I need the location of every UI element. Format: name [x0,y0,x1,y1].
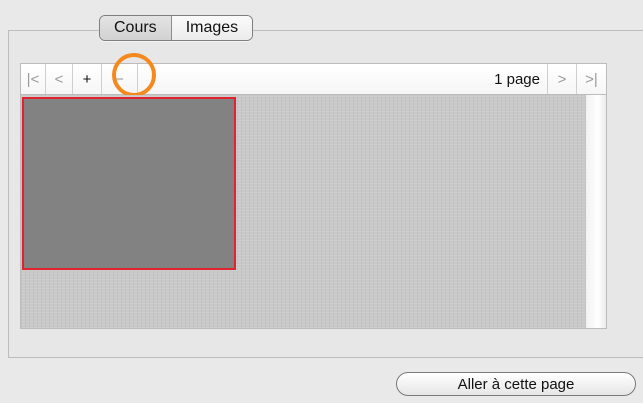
navigation-toolbar: |< < + − 1 page > >| [20,63,607,95]
tab-cours[interactable]: Cours [100,16,171,40]
page-thumbnail[interactable] [22,97,236,270]
go-to-page-button[interactable]: Aller à cette page [396,372,636,396]
next-page-button[interactable]: > [547,64,576,94]
last-page-button[interactable]: >| [576,64,606,94]
previous-page-button[interactable]: < [46,64,73,94]
zoom-in-button[interactable]: + [73,64,102,94]
vertical-scrollbar[interactable] [586,95,607,329]
zoom-out-button[interactable]: − [102,64,138,94]
tab-images[interactable]: Images [170,16,253,40]
first-page-button[interactable]: |< [21,64,46,94]
page-count: 1 page [494,70,540,88]
tab-segmented-control: Cours Images [99,15,254,41]
